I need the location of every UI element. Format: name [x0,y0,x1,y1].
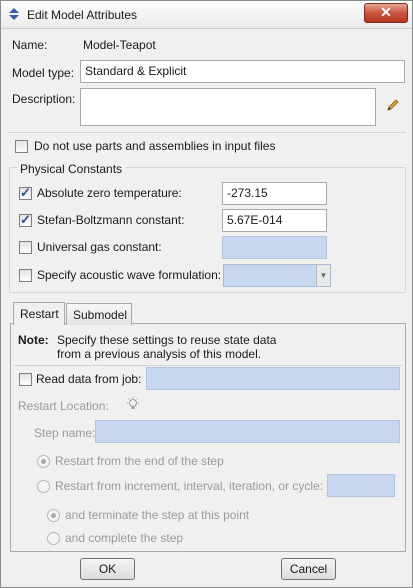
chevron-down-icon[interactable]: ▼ [316,265,330,286]
cancel-button[interactable]: Cancel [281,558,336,580]
model-type-field[interactable]: Standard & Explicit [80,60,405,83]
stefan-boltzmann-field[interactable]: 5.67E-014 [222,209,327,232]
acoustic-checkbox[interactable] [19,269,32,282]
gas-constant-field[interactable] [222,236,327,259]
gas-constant-checkbox[interactable] [19,241,32,254]
read-data-job-field[interactable] [146,367,400,390]
description-field[interactable] [80,88,376,126]
restart-increment-label: Restart from increment, interval, iterat… [55,479,324,493]
ok-button[interactable]: OK [80,558,135,580]
note-text-line-2: from a previous analysis of this model. [57,347,262,361]
read-data-checkbox[interactable] [19,373,32,386]
abs-zero-label: Absolute zero temperature: [37,186,182,200]
close-icon: ✕ [380,4,392,20]
model-name-value: Model-Teapot [83,38,156,52]
terminate-step-radio[interactable] [47,509,60,522]
physical-constants-title: Physical Constants [17,162,126,176]
no-parts-checkbox[interactable] [15,140,28,153]
title-bar[interactable]: Edit Model Attributes ✕ [1,1,412,29]
restart-increment-radio[interactable] [37,480,50,493]
abs-zero-checkbox[interactable] [19,185,32,201]
separator [14,365,402,366]
acoustic-label: Specify acoustic wave formulation: [37,268,222,282]
lightbulb-hint-icon[interactable] [125,396,141,412]
stefan-boltzmann-label: Stefan-Boltzmann constant: [37,213,185,227]
acoustic-combo[interactable]: ▼ [223,264,331,287]
note-text-line-1: Specify these settings to reuse state da… [57,333,277,347]
separator [8,132,406,133]
close-button[interactable]: ✕ [364,3,408,23]
tab-submodel[interactable]: Submodel [66,303,132,325]
restart-end-label: Restart from the end of the step [55,454,224,468]
restart-end-radio[interactable] [37,455,50,468]
edit-model-attributes-dialog: Edit Model Attributes ✕ Name: Model-Teap… [0,0,413,588]
step-name-field[interactable] [95,420,400,443]
model-type-label: Model type: [12,66,75,80]
step-name-label: Step name: [34,426,96,440]
increment-field[interactable] [327,474,395,497]
name-label: Name: [12,38,48,52]
read-data-label: Read data from job: [36,372,142,386]
stefan-boltzmann-checkbox[interactable] [19,212,32,228]
complete-step-label: and complete the step [65,531,184,545]
abs-zero-field[interactable]: -273.15 [222,182,327,205]
dialog-app-icon [9,8,19,20]
tab-restart[interactable]: Restart [13,302,65,325]
restart-location-label: Restart Location: [18,399,109,413]
window-title: Edit Model Attributes [27,8,138,22]
description-label: Description: [12,92,76,106]
terminate-step-label: and terminate the step at this point [65,508,250,522]
complete-step-radio[interactable] [47,532,60,545]
no-parts-label: Do not use parts and assemblies in input… [34,139,276,153]
note-label: Note: [18,333,49,347]
edit-pencil-icon[interactable] [386,98,400,112]
gas-constant-label: Universal gas constant: [37,240,162,254]
